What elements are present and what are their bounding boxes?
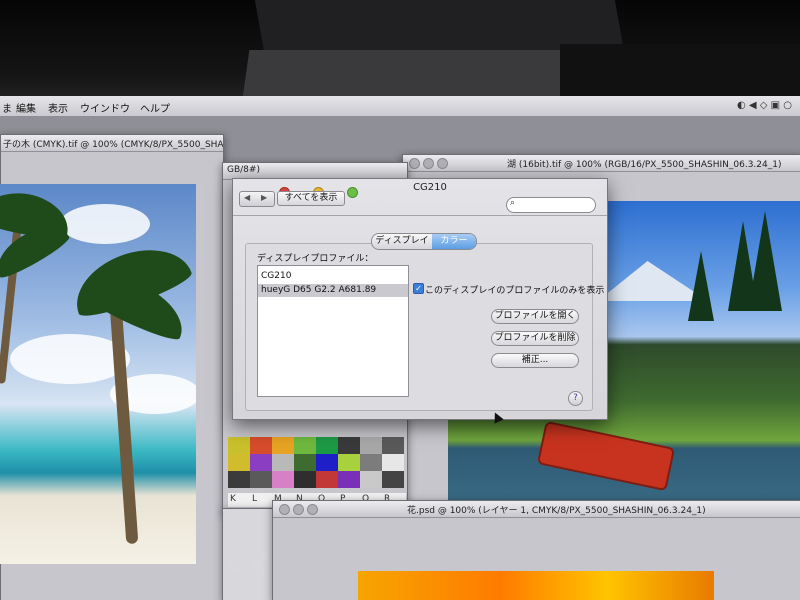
forward-arrow-icon[interactable]: ▶ <box>261 193 267 202</box>
swatch <box>316 454 338 471</box>
only-this-display-label: このディスプレイのプロファイルのみを表示 <box>425 286 605 296</box>
calibrate-button[interactable]: 補正... <box>491 353 579 368</box>
swatch <box>228 471 250 488</box>
nav-buttons: ◀ ▶ <box>239 191 275 207</box>
zoom-icon[interactable] <box>347 187 358 198</box>
swatch <box>382 437 404 454</box>
menu-view[interactable]: 表示 <box>48 100 68 115</box>
delete-profile-button[interactable]: プロファイルを削除 <box>491 331 579 346</box>
window-title: 花.psd @ 100% (レイヤー 1, CMYK/8/PX_5500_SHA… <box>407 506 706 516</box>
swatch <box>272 437 294 454</box>
minimize-icon[interactable] <box>293 504 304 515</box>
close-icon[interactable] <box>279 504 290 515</box>
show-all-button[interactable]: すべてを表示 <box>277 191 345 206</box>
swatch <box>272 454 294 471</box>
screen: ま 編集 表示 ウインドウ ヘルプ ◐ ◀ ◇ ▣ ○ 子の木 (CMYK).t… <box>0 96 800 600</box>
back-arrow-icon[interactable]: ◀ <box>244 193 250 202</box>
snow-mountain <box>598 261 708 301</box>
menu-partial[interactable]: ま <box>2 100 12 115</box>
menu-help[interactable]: ヘルプ <box>140 100 170 115</box>
close-icon[interactable] <box>409 158 420 169</box>
dialog-title: CG210 <box>413 182 447 193</box>
swatch <box>294 471 316 488</box>
chart-letter: K <box>230 494 236 504</box>
toolbar-divider <box>233 215 607 216</box>
swatch <box>360 454 382 471</box>
swatch <box>294 454 316 471</box>
pine-tree <box>688 251 714 321</box>
window-title: GB/8#) <box>227 165 260 175</box>
display-profile-label: ディスプレイプロファイル： <box>257 254 374 264</box>
only-this-display-checkbox[interactable]: ✓ <box>413 283 424 294</box>
swatch <box>360 471 382 488</box>
display-preferences-dialog: CG210 ◀ ▶ すべてを表示 ⌕ ディスプレイ カラー ディスプレイプロファ… <box>232 178 608 420</box>
swatch <box>338 471 360 488</box>
tab-control: ディスプレイ カラー <box>371 233 477 250</box>
window-title: 湖 (16bit).tif @ 100% (RGB/16/PX_5500_SHA… <box>507 160 782 170</box>
search-field[interactable]: ⌕ <box>506 197 596 213</box>
swatch <box>382 454 404 471</box>
help-button[interactable]: ? <box>568 391 583 406</box>
window-controls <box>409 158 451 171</box>
swatch <box>228 437 250 454</box>
swatch <box>382 471 404 488</box>
tab-color[interactable]: カラー <box>432 234 476 249</box>
swatch <box>250 471 272 488</box>
profile-item-cg210[interactable]: CG210 <box>258 270 408 283</box>
swatch <box>272 471 294 488</box>
window-titlebar[interactable]: 子の木 (CMYK).tif @ 100% (CMYK/8/PX_5500_SH… <box>1 135 223 152</box>
monitor-bezel <box>0 0 800 114</box>
window-controls <box>279 504 321 517</box>
palm-trunk <box>109 303 139 545</box>
search-icon: ⌕ <box>510 198 516 208</box>
window-titlebar[interactable]: 花.psd @ 100% (レイヤー 1, CMYK/8/PX_5500_SHA… <box>273 501 800 518</box>
pine-tree <box>748 211 782 311</box>
swatch <box>250 454 272 471</box>
open-profile-button[interactable]: プロファイルを開く <box>491 309 579 324</box>
swatch <box>250 437 272 454</box>
palm-beach-image <box>0 184 196 564</box>
window-title: 子の木 (CMYK).tif @ 100% (CMYK/8/PX_5500_SH… <box>3 140 223 150</box>
zoom-icon[interactable] <box>307 504 318 515</box>
swatch <box>316 471 338 488</box>
flower-image <box>358 571 714 600</box>
swatch <box>228 454 250 471</box>
cloud <box>60 204 150 244</box>
swatch <box>338 454 360 471</box>
tab-display[interactable]: ディスプレイ <box>372 234 432 249</box>
minimize-icon[interactable] <box>423 158 434 169</box>
swatch <box>338 437 360 454</box>
swatch <box>360 437 382 454</box>
menu-edit[interactable]: 編集 <box>16 100 36 115</box>
swatch <box>294 437 316 454</box>
profile-item-huey[interactable]: hueyG D65 G2.2 A681.89 <box>258 284 408 297</box>
swatch <box>316 437 338 454</box>
menu-bar: ま 編集 表示 ウインドウ ヘルプ ◐ ◀ ◇ ▣ ○ <box>0 96 800 117</box>
window-titlebar[interactable]: 湖 (16bit).tif @ 100% (RGB/16/PX_5500_SHA… <box>403 155 800 172</box>
chart-letter: L <box>252 494 258 504</box>
zoom-icon[interactable] <box>437 158 448 169</box>
menu-window[interactable]: ウインドウ <box>80 100 130 115</box>
brand-logo-partial: ey <box>228 544 267 579</box>
profile-list[interactable]: CG210 hueyG D65 G2.2 A681.89 <box>257 265 409 397</box>
status-tray-icons[interactable]: ◐ ◀ ◇ ▣ ○ <box>737 100 792 111</box>
